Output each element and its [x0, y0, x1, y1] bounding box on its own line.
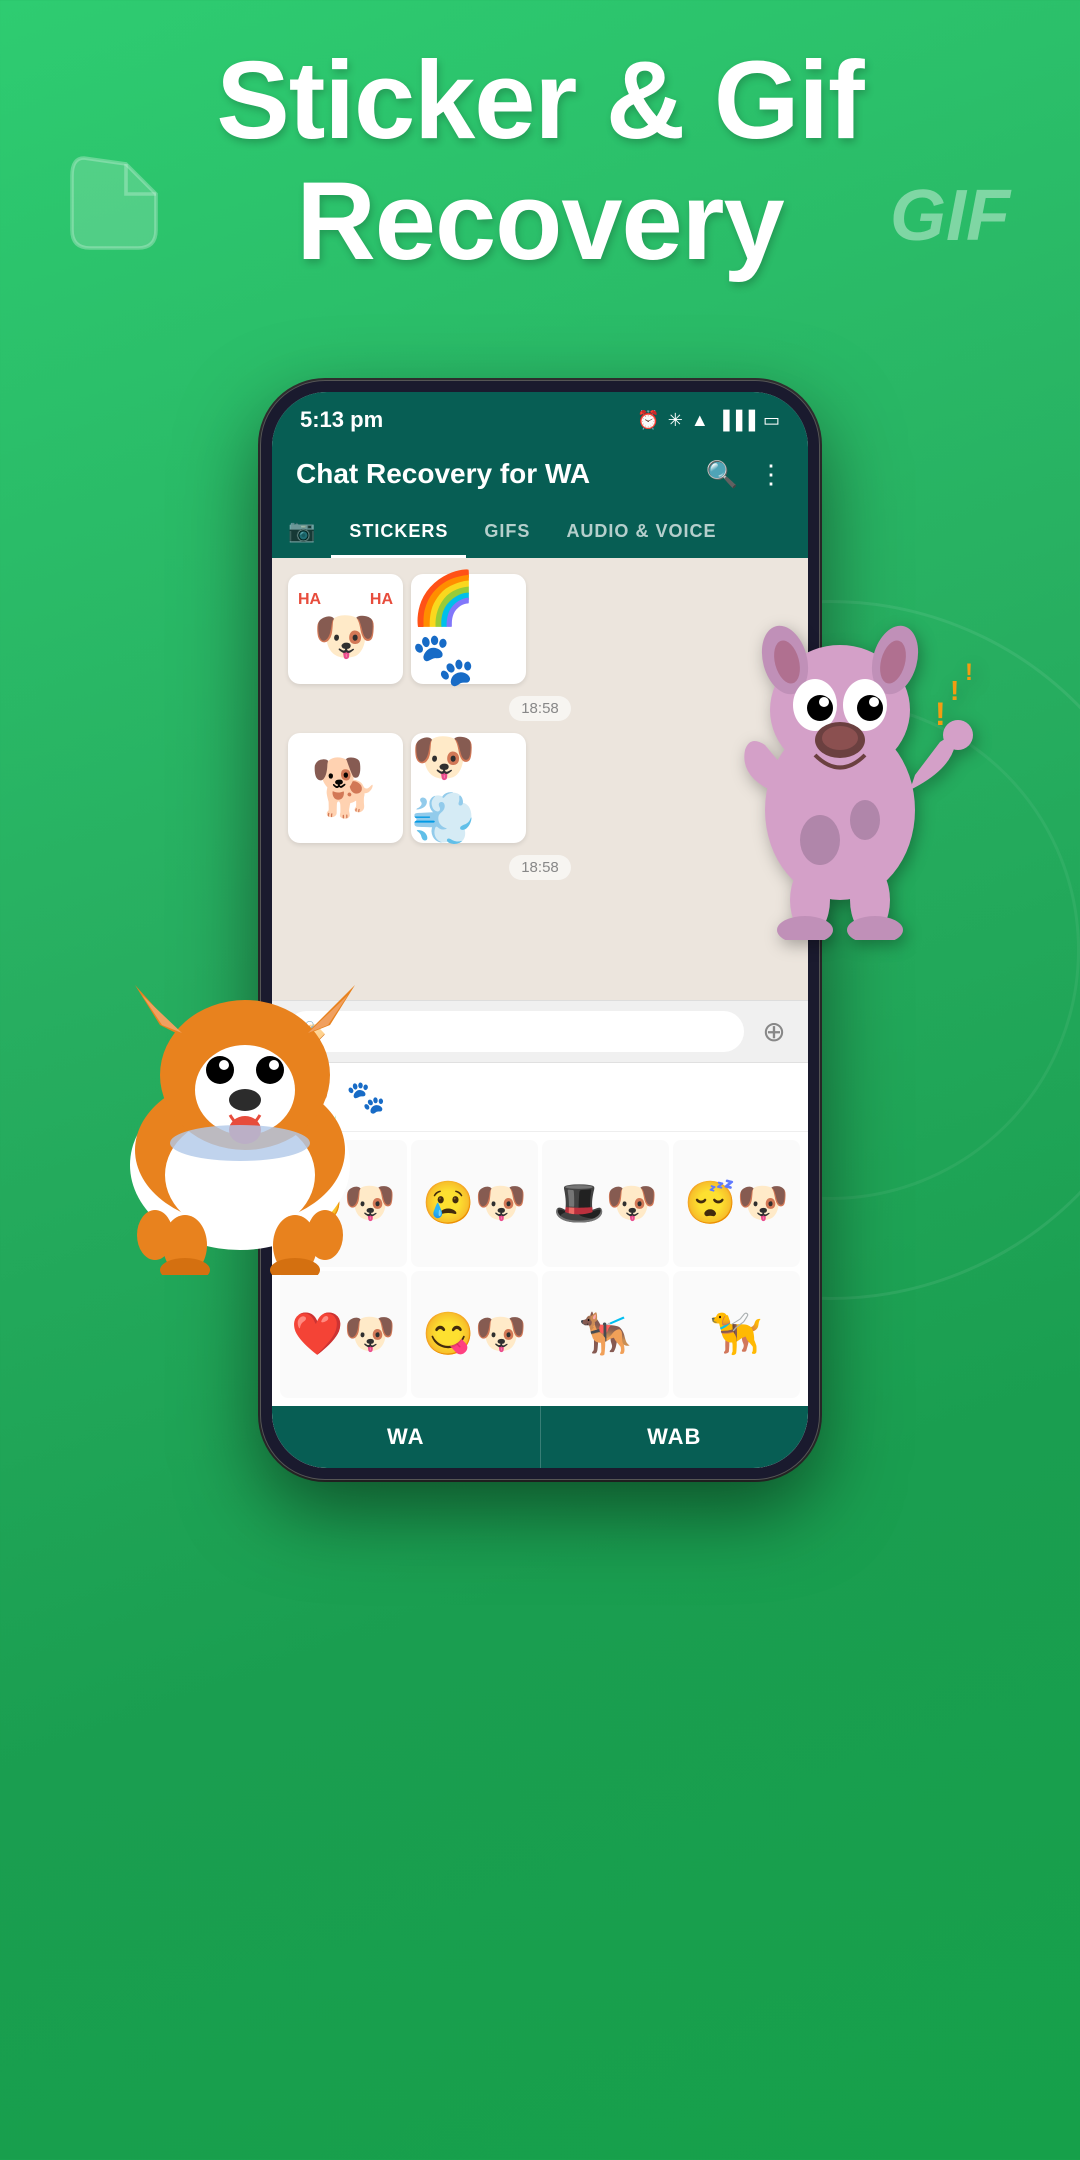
hero-line2: Recovery	[296, 160, 783, 283]
timestamp-1: 18:58	[509, 696, 571, 721]
message-row-1: HAHA 🐶 🌈🐾	[288, 574, 792, 684]
picker-sticker-4[interactable]: 😴🐶	[673, 1140, 800, 1267]
corgi-character	[80, 975, 400, 1280]
picker-sticker-2[interactable]: 😢🐶	[411, 1140, 538, 1267]
wifi-icon: ▲	[691, 410, 709, 431]
battery-icon: ▭	[763, 410, 780, 431]
tab-stickers[interactable]: STICKERS	[331, 505, 466, 558]
picker-sticker-3[interactable]: 🎩🐶	[542, 1140, 669, 1267]
picker-sticker-5[interactable]: ❤️🐶	[280, 1271, 407, 1398]
app-bar-title: Chat Recovery for WA	[296, 458, 590, 490]
sticker-corgi: 🐕	[288, 733, 403, 843]
timestamp-2: 18:58	[509, 855, 571, 880]
picker-sticker-8[interactable]: 🦮	[673, 1271, 800, 1398]
picker-sticker-6[interactable]: 😋🐶	[411, 1271, 538, 1398]
add-attachment-button[interactable]: ⊕	[754, 1012, 794, 1052]
status-bar: 5:13 pm ⏰ ✳ ▲ ▐▐▐ ▭	[272, 392, 808, 444]
sticker-dog-rainbow: 🌈🐾	[411, 574, 526, 684]
nav-wa[interactable]: WA	[272, 1406, 541, 1468]
svg-text:!: !	[965, 659, 973, 686]
camera-tab-icon[interactable]: 📷	[272, 504, 331, 558]
hero-line1: Sticker & Gif	[216, 39, 863, 162]
search-icon[interactable]: 🔍	[706, 459, 738, 490]
tabs-bar: 📷 STICKERS GIFS AUDIO & VOICE	[272, 504, 808, 558]
tab-gifs[interactable]: GIFS	[466, 505, 548, 558]
more-options-icon[interactable]: ⋮	[758, 459, 784, 490]
sticker-laughing-dog-1: HAHA 🐶	[288, 574, 403, 684]
bluetooth-icon: ✳	[668, 410, 683, 431]
phone-mockup: 5:13 pm ⏰ ✳ ▲ ▐▐▐ ▭ Chat Recovery for WA…	[260, 380, 820, 1480]
message-row-2: 🐕 🐶💨	[288, 733, 792, 843]
tab-audio-voice[interactable]: AUDIO & VOICE	[548, 505, 734, 558]
picker-sticker-7[interactable]: 🐕‍🦺	[542, 1271, 669, 1398]
bottom-nav: WA WAB	[272, 1406, 808, 1468]
app-bar-actions: 🔍 ⋮	[706, 459, 784, 490]
hero-title: Sticker & Gif Recovery	[0, 40, 1080, 282]
courage-dog-character: ! ! !	[720, 580, 980, 969]
status-icons: ⏰ ✳ ▲ ▐▐▐ ▭	[637, 410, 780, 431]
status-time: 5:13 pm	[300, 407, 383, 433]
sticker-pug: 🐶💨	[411, 733, 526, 843]
nav-wab[interactable]: WAB	[541, 1406, 809, 1468]
alarm-icon: ⏰	[637, 410, 659, 431]
svg-text:!: !	[950, 675, 959, 706]
app-bar: Chat Recovery for WA 🔍 ⋮	[272, 444, 808, 504]
signal-icon: ▐▐▐	[717, 410, 755, 431]
svg-text:!: !	[935, 696, 946, 732]
